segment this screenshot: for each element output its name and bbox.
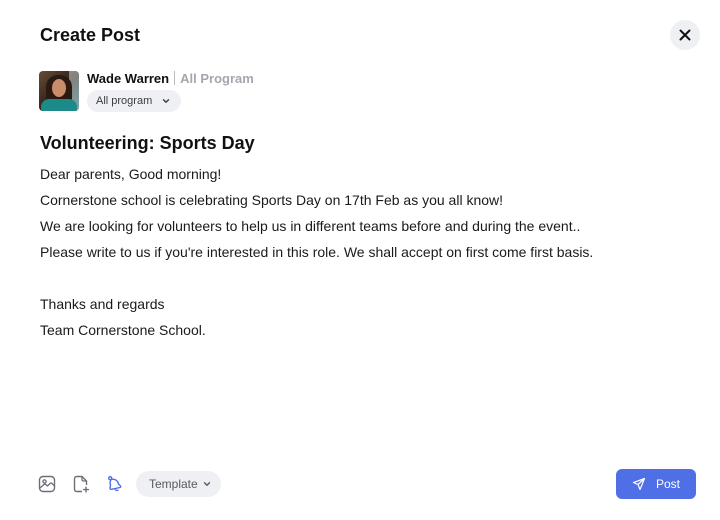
author-name: Wade Warren <box>87 70 170 86</box>
post-button[interactable]: Post <box>616 469 696 499</box>
divider <box>174 71 176 85</box>
body-line <box>40 265 610 291</box>
send-icon <box>632 477 646 491</box>
chevron-down-icon <box>203 482 210 486</box>
image-icon <box>38 475 56 493</box>
close-icon <box>679 29 691 41</box>
body-line: Thanks and regards <box>40 296 165 312</box>
file-plus-icon <box>73 475 90 493</box>
body-line: Cornerstone school is celebrating Sports… <box>40 192 504 208</box>
program-select-value: All program <box>96 95 153 107</box>
add-file-button[interactable] <box>70 471 92 497</box>
composer-toolbar: Template <box>36 471 221 497</box>
close-button[interactable] <box>670 20 700 50</box>
post-title[interactable]: Volunteering: Sports Day <box>40 133 255 154</box>
body-line: Team Cornerstone School. <box>40 322 206 338</box>
avatar <box>39 71 79 111</box>
notification-button[interactable] <box>104 471 126 497</box>
program-select[interactable]: All program <box>87 90 182 112</box>
chevron-down-icon <box>163 99 170 103</box>
body-line: We are looking for volunteers to help us… <box>40 218 581 234</box>
bell-icon <box>107 476 122 492</box>
dialog-title: Create Post <box>40 25 141 45</box>
program-label: All Program <box>180 70 254 86</box>
template-label: Template <box>149 477 198 491</box>
add-image-button[interactable] <box>36 471 58 497</box>
template-dropdown[interactable]: Template <box>136 471 221 497</box>
body-line: Dear parents, Good morning! <box>40 166 222 182</box>
post-body-editor[interactable]: Dear parents, Good morning! Cornerstone … <box>40 161 610 343</box>
body-line: Please write to us if you're interested … <box>40 244 594 260</box>
author-section: Wade Warren All Program All program <box>39 71 254 112</box>
post-button-label: Post <box>655 477 680 491</box>
